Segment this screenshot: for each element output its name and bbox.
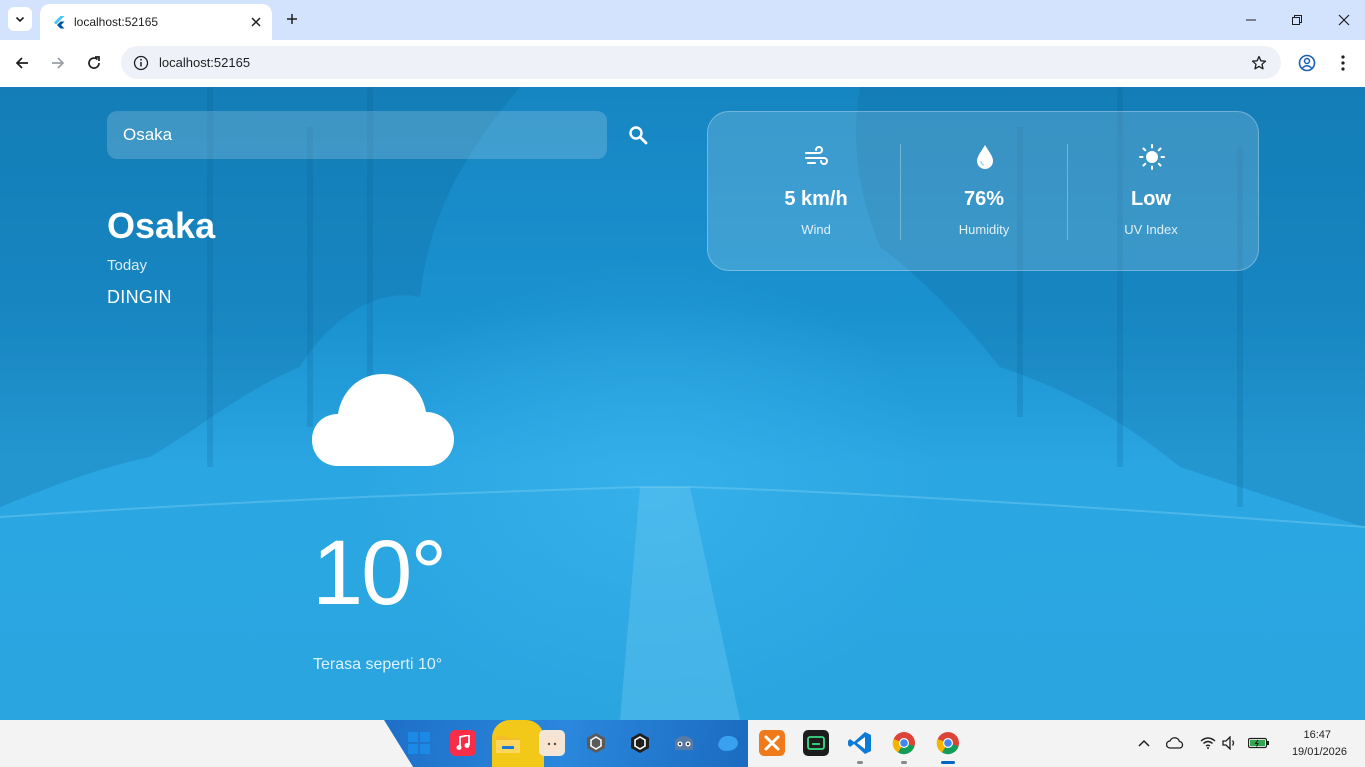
weather-app-page: Osaka Today DINGIN 10° Terasa seperti 10…	[0, 87, 1365, 720]
forward-button[interactable]	[47, 52, 69, 74]
search-button[interactable]	[626, 123, 650, 147]
bookmark-button[interactable]	[1249, 53, 1269, 73]
minimize-icon	[1246, 19, 1256, 21]
chevron-down-icon	[15, 16, 25, 23]
browser-toolbar: localhost:52165	[0, 40, 1365, 87]
chrome-icon[interactable]	[891, 730, 917, 756]
android-studio-icon[interactable]	[803, 730, 829, 756]
restore-button[interactable]	[1287, 10, 1307, 30]
wifi-icon[interactable]	[1199, 734, 1217, 752]
weather-description: DINGIN	[107, 287, 172, 307]
music-app-icon[interactable]	[450, 730, 476, 756]
bluebird-app-icon[interactable]	[715, 730, 741, 756]
close-icon	[251, 17, 261, 27]
unity-hub-icon[interactable]	[583, 730, 609, 756]
uv-label: UV Index	[1124, 222, 1178, 237]
browser-tab[interactable]: localhost:52165	[40, 4, 272, 40]
running-indicator	[901, 761, 907, 764]
browser-tab-bar: localhost:52165	[0, 0, 1365, 40]
wind-value: 5 km/h	[784, 188, 848, 210]
clock-time[interactable]: 16:47	[1303, 729, 1331, 741]
close-icon	[1338, 14, 1350, 26]
reload-button[interactable]	[83, 52, 105, 74]
godot-icon[interactable]	[671, 730, 697, 756]
flutter-favicon-icon	[54, 16, 65, 29]
site-info-icon[interactable]	[133, 55, 149, 71]
stat-uv-index: Low UV Index	[1067, 112, 1235, 272]
wind-icon	[804, 144, 830, 170]
address-url[interactable]: localhost:52165	[159, 55, 1249, 70]
back-button[interactable]	[11, 52, 33, 74]
minimize-button[interactable]	[1241, 10, 1261, 30]
volume-icon[interactable]	[1221, 734, 1239, 752]
temperature: 10°	[312, 522, 447, 624]
battery-charging-icon[interactable]	[1248, 734, 1270, 752]
feels-like: Terasa seperti 10°	[313, 656, 443, 673]
more-vertical-icon	[1341, 55, 1345, 71]
anime-avatar-app-icon[interactable]	[539, 730, 565, 756]
clock-date[interactable]: 19/01/2026	[1292, 746, 1347, 758]
window-close-button[interactable]	[1334, 10, 1354, 30]
sun-icon	[1139, 144, 1165, 170]
browser-menu-button[interactable]	[1332, 52, 1354, 74]
arrow-right-icon	[52, 57, 65, 69]
humidity-value: 76%	[963, 188, 1005, 210]
unity-editor-icon[interactable]	[627, 730, 653, 756]
wind-label: Wind	[801, 222, 831, 237]
xampp-icon[interactable]	[759, 730, 785, 756]
restore-icon	[1292, 15, 1302, 25]
profile-icon	[1298, 54, 1316, 72]
tab-title: localhost:52165	[74, 15, 159, 29]
cloud-icon	[312, 374, 454, 466]
humidity-drop-icon	[972, 144, 998, 170]
city-name: Osaka	[107, 205, 216, 246]
vscode-icon[interactable]	[847, 730, 873, 756]
chevron-up-icon[interactable]	[1135, 734, 1153, 752]
address-bar[interactable]: localhost:52165	[121, 46, 1281, 79]
new-tab-button[interactable]	[282, 9, 302, 29]
star-icon	[1251, 55, 1267, 69]
tab-close-button[interactable]	[246, 12, 266, 32]
profile-button[interactable]	[1296, 52, 1318, 74]
uv-value: Low	[1131, 188, 1171, 210]
stat-humidity: 76% Humidity	[900, 112, 1068, 272]
arrow-left-icon	[15, 57, 28, 69]
reload-icon	[88, 56, 100, 69]
city-search-input[interactable]	[123, 125, 607, 145]
plus-icon	[287, 14, 297, 24]
tab-search-button[interactable]	[8, 7, 32, 31]
running-indicator	[857, 761, 863, 764]
humidity-label: Humidity	[958, 222, 1010, 237]
active-indicator	[941, 761, 955, 764]
windows-taskbar: 16:47 19/01/2026	[0, 720, 1365, 767]
onedrive-cloud-icon[interactable]	[1166, 734, 1184, 752]
file-explorer-icon[interactable]	[495, 730, 521, 756]
chrome-active-icon[interactable]	[935, 730, 961, 756]
stat-wind: 5 km/h Wind	[732, 112, 900, 272]
city-search-box[interactable]	[107, 111, 607, 159]
weather-stats-card: 5 km/h Wind 76% Humidity Low UV Index	[707, 111, 1259, 271]
search-icon	[629, 126, 648, 145]
windows-start-icon[interactable]	[406, 730, 432, 756]
day-label: Today	[107, 257, 148, 274]
